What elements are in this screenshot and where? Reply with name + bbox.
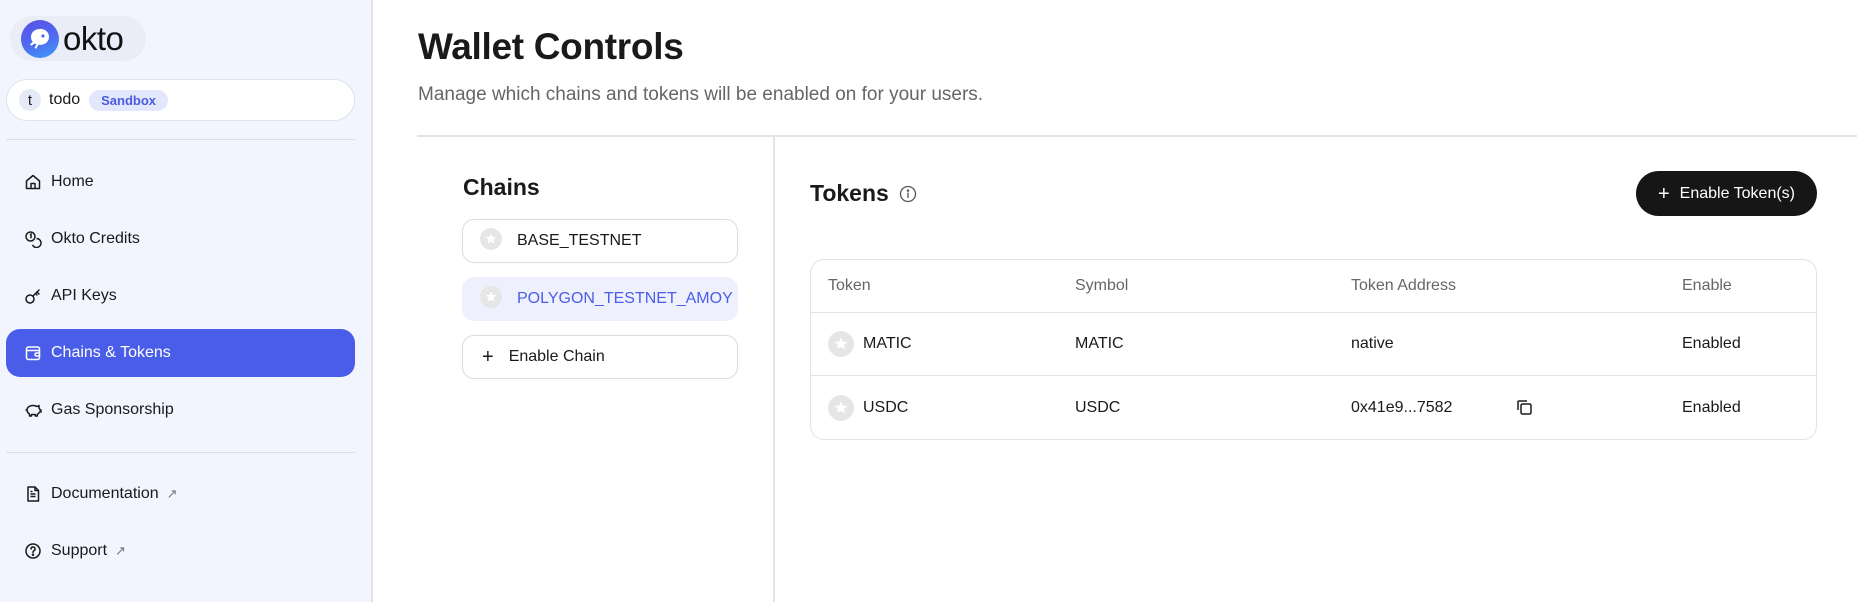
sidebar-divider	[6, 452, 355, 453]
chain-placeholder-icon	[480, 227, 502, 255]
sidebar-item-okto-credits[interactable]: Okto Credits	[6, 215, 355, 263]
app-root: okto t todo Sandbox Home Okto Credits AP…	[0, 0, 1865, 602]
token-cell: USDC	[828, 394, 909, 421]
brand-name: okto	[63, 20, 124, 57]
sidebar-item-api-keys[interactable]: API Keys	[6, 272, 355, 320]
token-placeholder-icon	[828, 394, 854, 421]
sidebar-item-label: Documentation	[51, 485, 159, 502]
enable-tokens-button[interactable]: + Enable Token(s)	[1636, 171, 1817, 216]
workspace-avatar: t	[19, 89, 41, 111]
header-divider	[417, 135, 1857, 137]
chain-item-base-testnet[interactable]: BASE_TESTNET	[462, 219, 738, 263]
plus-icon: +	[1657, 182, 1670, 205]
sidebar-item-documentation[interactable]: Documentation ↗	[6, 470, 355, 518]
page-subtitle: Manage which chains and tokens will be e…	[418, 84, 984, 105]
token-status: Enabled	[1682, 335, 1741, 352]
chain-name: BASE_TESTNET	[517, 232, 642, 249]
token-name: MATIC	[863, 335, 912, 352]
brand-logo[interactable]: okto	[10, 16, 146, 61]
home-icon	[23, 172, 43, 192]
chain-placeholder-icon	[480, 285, 502, 313]
sidebar: okto t todo Sandbox Home Okto Credits AP…	[0, 0, 373, 602]
plus-icon: +	[482, 346, 494, 368]
sidebar-item-gas-sponsorship[interactable]: Gas Sponsorship	[6, 386, 355, 434]
sidebar-item-label: Chains & Tokens	[51, 344, 171, 361]
token-name: USDC	[863, 398, 909, 416]
table-row: USDC USDC 0x41e9...7582 Enabled	[811, 376, 1816, 439]
main-content: Wallet Controls Manage which chains and …	[373, 0, 1865, 602]
coins-icon	[23, 229, 43, 249]
column-header-enable: Enable	[1682, 277, 1732, 294]
sidebar-item-home[interactable]: Home	[6, 158, 355, 206]
tokens-title-row: Tokens	[810, 180, 917, 207]
info-icon[interactable]	[899, 185, 917, 203]
column-divider	[773, 136, 775, 602]
help-circle-icon	[23, 541, 43, 561]
column-header-address: Token Address	[1351, 277, 1456, 294]
token-symbol: MATIC	[1075, 335, 1124, 352]
token-placeholder-icon	[828, 331, 854, 357]
workspace-name: todo	[49, 91, 81, 108]
page-title: Wallet Controls	[418, 26, 684, 67]
enable-chain-label: Enable Chain	[508, 348, 605, 365]
enable-chain-button[interactable]: + Enable Chain	[462, 335, 738, 379]
token-cell: MATIC	[828, 331, 912, 357]
sidebar-item-support[interactable]: Support ↗	[6, 527, 355, 575]
sidebar-item-label: Gas Sponsorship	[51, 401, 174, 418]
chain-item-polygon-testnet-amoy[interactable]: POLYGON_TESTNET_AMOY	[462, 277, 738, 321]
tokens-table: Token Symbol Token Address Enable MATIC …	[810, 259, 1817, 440]
environment-badge: Sandbox	[89, 89, 169, 111]
column-header-token: Token	[828, 277, 871, 294]
workspace-selector[interactable]: t todo Sandbox	[6, 79, 355, 121]
okto-octopus-logo-icon	[21, 19, 59, 58]
token-address: native	[1351, 335, 1394, 352]
sidebar-item-label: Home	[51, 173, 94, 190]
sidebar-divider	[6, 139, 355, 140]
sidebar-item-label: API Keys	[51, 287, 117, 304]
tokens-title: Tokens	[810, 180, 889, 206]
column-header-symbol: Symbol	[1075, 277, 1129, 294]
external-link-icon: ↗	[166, 486, 178, 501]
piggy-bank-icon	[23, 400, 43, 420]
sidebar-item-chains-tokens[interactable]: Chains & Tokens	[6, 329, 355, 377]
document-icon	[23, 484, 43, 504]
key-icon	[23, 286, 43, 306]
copy-icon[interactable]	[1516, 399, 1533, 416]
external-link-icon: ↗	[115, 543, 126, 558]
chains-title: Chains	[463, 174, 540, 200]
chain-name: POLYGON_TESTNET_AMOY	[517, 290, 733, 307]
enable-tokens-label: Enable Token(s)	[1679, 184, 1795, 202]
table-header: Token Symbol Token Address Enable	[811, 260, 1816, 313]
token-address: 0x41e9...7582	[1351, 398, 1453, 416]
sidebar-item-label: Okto Credits	[51, 230, 140, 247]
token-symbol: USDC	[1075, 398, 1121, 416]
wallet-icon	[23, 343, 43, 363]
sidebar-item-label: Support	[51, 542, 108, 559]
table-row: MATIC MATIC native Enabled	[811, 313, 1816, 376]
token-status: Enabled	[1682, 398, 1741, 416]
